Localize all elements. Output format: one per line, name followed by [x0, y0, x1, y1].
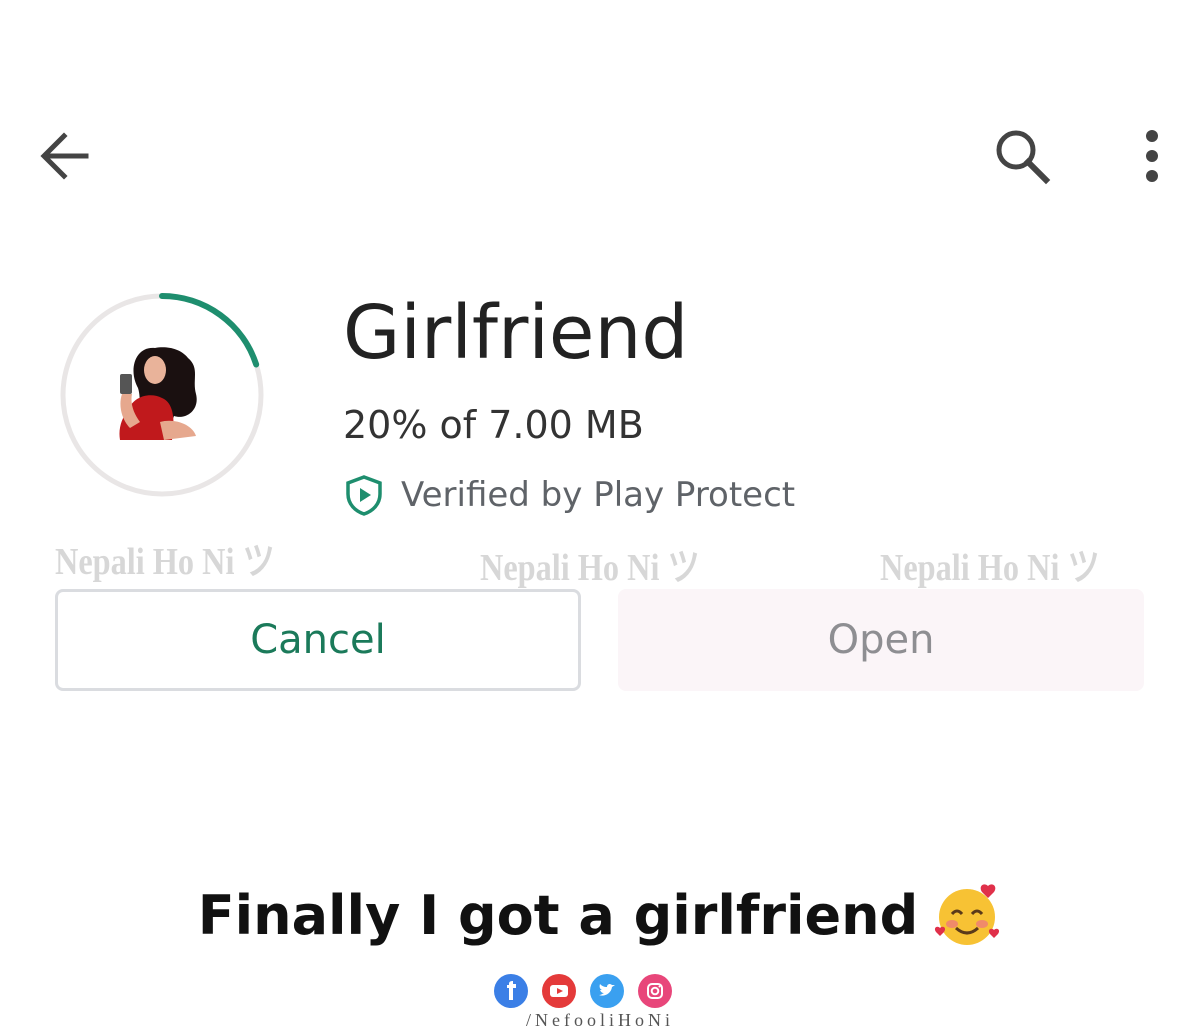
watermark-text: Nepali Ho Ni ツ [55, 541, 275, 583]
meme-caption: Finally I got a girlfriend [0, 880, 1200, 950]
social-icons-row [494, 974, 672, 1008]
twitter-icon [590, 974, 624, 1008]
watermark-text: Nepali Ho Ni ツ [880, 547, 1100, 589]
arrow-left-icon [40, 132, 89, 180]
instagram-icon [638, 974, 672, 1008]
youtube-icon [542, 974, 576, 1008]
play-protect-shield-icon [346, 475, 382, 516]
play-protect-label: Verified by Play Protect [401, 475, 796, 515]
girl-avatar-image [119, 347, 197, 440]
watermark-text: Nepali Ho Ni ツ [480, 547, 700, 589]
download-status: 20% of 7.00 MB [343, 403, 644, 447]
app-title: Girlfriend [343, 290, 689, 376]
social-handle: /NefooliHoNi [526, 1010, 674, 1030]
caption-text: Finally I got a girlfriend [197, 883, 919, 947]
open-button[interactable]: Open [618, 589, 1144, 691]
more-vert-icon [1146, 130, 1158, 182]
cancel-button[interactable]: Cancel [55, 589, 581, 691]
more-options-button[interactable] [1128, 124, 1176, 188]
search-icon [996, 130, 1051, 185]
back-button[interactable] [36, 128, 96, 184]
smiling-face-with-hearts-icon [935, 884, 1000, 945]
play-protect-row: Verified by Play Protect [343, 474, 795, 516]
facebook-icon [494, 974, 528, 1008]
search-button[interactable] [990, 124, 1054, 188]
